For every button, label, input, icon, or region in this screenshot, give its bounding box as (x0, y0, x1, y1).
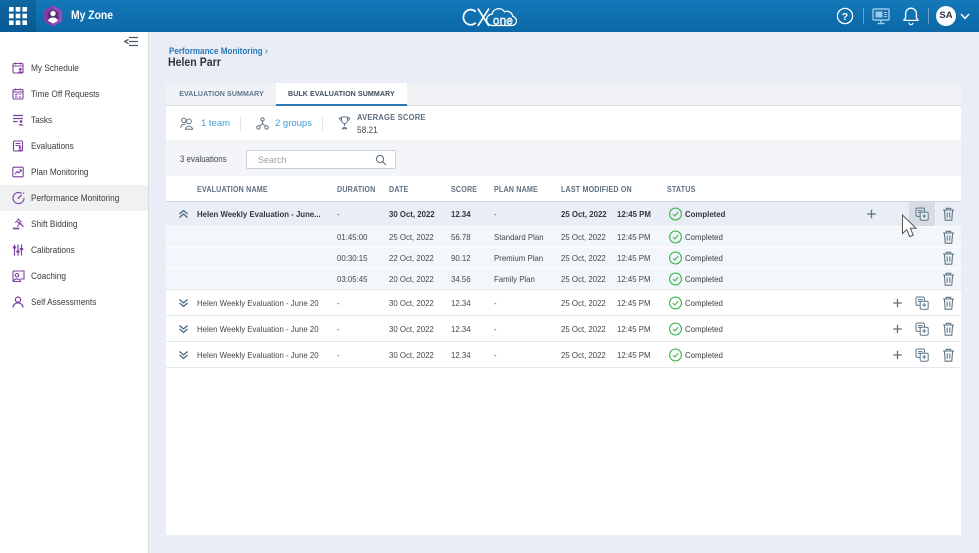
svg-text:?: ? (842, 11, 848, 23)
svg-text:one: one (493, 15, 513, 27)
